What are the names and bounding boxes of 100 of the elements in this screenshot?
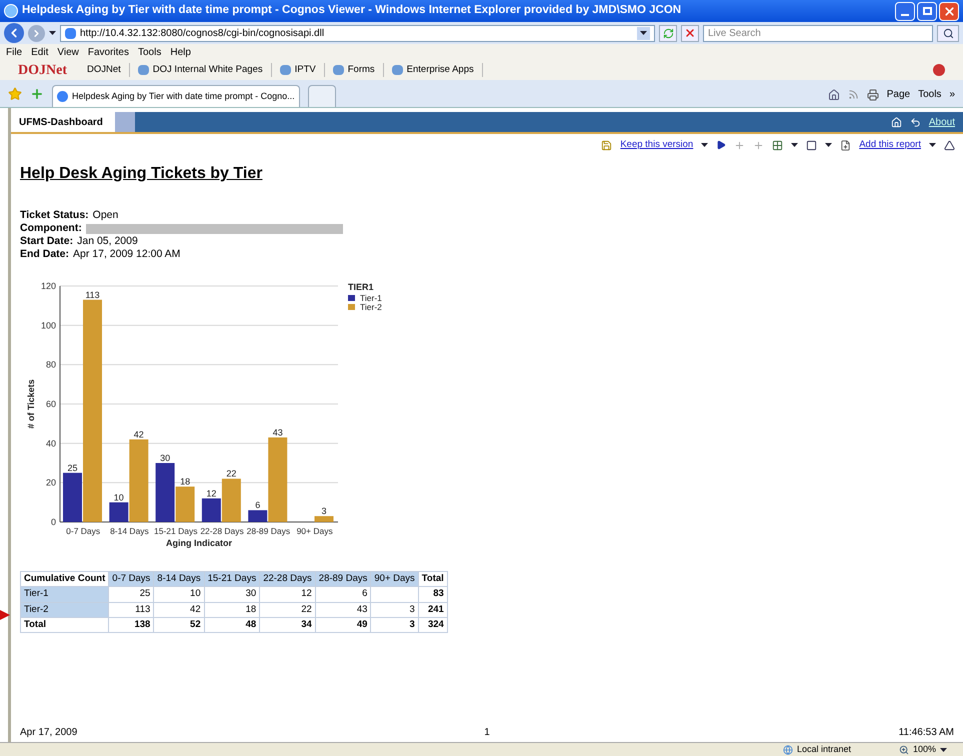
legend-label: Tier-2 <box>360 302 382 312</box>
row-header: Tier-1 <box>20 586 109 602</box>
globe-icon <box>782 744 793 754</box>
data-label: 6 <box>255 500 260 510</box>
format-icon[interactable] <box>772 140 784 150</box>
address-field[interactable]: http://10.4.32.132:8080/cognos8/cgi-bin/cognosisapi.dll <box>60 24 655 42</box>
command-button[interactable]: » <box>949 87 955 102</box>
column-header: 8-14 Days <box>154 572 204 587</box>
favorites-link[interactable]: DOJNet <box>87 62 121 78</box>
parameter-value: Jan 05, 2009 <box>77 235 138 248</box>
table-cell: 42 <box>154 602 204 618</box>
table-cell: 49 <box>315 617 371 632</box>
dropdown-caret-icon <box>940 748 947 752</box>
stop-button[interactable] <box>681 24 699 42</box>
axis-tick-label: 60 <box>46 399 56 409</box>
table-cell: 34 <box>260 617 316 632</box>
row-header: Total <box>20 617 109 632</box>
legend-title: TIER1 <box>348 282 374 292</box>
table-cell: 18 <box>204 602 260 618</box>
dashboard-tab[interactable]: UFMS-Dashboard <box>11 112 115 132</box>
favorites-link[interactable]: Enterprise Apps <box>406 62 474 78</box>
link-icon <box>138 65 149 75</box>
command-button[interactable]: Tools <box>918 87 942 102</box>
window-icon[interactable] <box>806 140 818 150</box>
menu-item[interactable]: View <box>57 44 79 60</box>
link-icon <box>280 65 291 75</box>
back-button[interactable] <box>4 23 24 43</box>
menu-item[interactable]: Help <box>170 44 191 60</box>
toolbar-link[interactable]: Keep this version <box>620 138 694 152</box>
security-zone: Local intranet <box>796 742 852 756</box>
column-header: 15-21 Days <box>204 572 260 587</box>
dropdown-caret-icon <box>929 143 936 147</box>
column-header: Cumulative Count <box>20 572 109 587</box>
column-header: Total <box>418 572 448 587</box>
home-icon[interactable] <box>828 88 840 100</box>
tab-spacer <box>115 112 135 132</box>
close-button[interactable] <box>939 2 959 20</box>
data-label: 113 <box>85 290 100 300</box>
browser-tab[interactable]: Helpdesk Aging by Tier with date time prompt - Cogno... <box>52 85 300 107</box>
axis-tick-label: 8-14 Days <box>110 526 149 536</box>
feeds-icon[interactable] <box>848 89 859 100</box>
axis-tick-label: 80 <box>46 360 56 370</box>
column-header: 0-7 Days <box>108 572 154 587</box>
close-icon <box>942 4 956 18</box>
menu-item[interactable]: Favorites <box>88 44 129 60</box>
table-cell: 241 <box>418 602 448 618</box>
link-icon <box>392 65 403 75</box>
toolbar-link[interactable]: Add this report <box>859 138 921 152</box>
data-label: 10 <box>114 492 124 502</box>
dropdown-caret-icon <box>825 143 832 147</box>
menu-item[interactable]: File <box>6 44 22 60</box>
zoom-icon <box>898 744 909 754</box>
dropdown-button[interactable] <box>637 26 650 40</box>
table-cell: 324 <box>418 617 448 632</box>
refresh-button[interactable] <box>659 24 677 42</box>
page-icon <box>65 28 76 38</box>
menu-item[interactable]: Edit <box>31 44 48 60</box>
table-cell: 83 <box>418 586 448 602</box>
favorites-star-icon[interactable] <box>8 87 22 101</box>
axis-title: Aging Indicator <box>166 538 232 548</box>
axis-tick-label: 22-28 Days <box>200 526 244 536</box>
row-header: Tier-2 <box>20 602 109 618</box>
link-icon <box>332 65 344 75</box>
add-report-icon <box>840 140 852 150</box>
data-label: 3 <box>322 506 326 516</box>
return-icon[interactable] <box>910 116 921 128</box>
search-field[interactable]: Live Search <box>703 24 933 42</box>
parameter-label: End Date: <box>20 248 70 261</box>
data-label: 42 <box>134 429 144 440</box>
column-header: 22-28 Days <box>260 572 316 587</box>
refresh-icon <box>662 28 674 38</box>
run-icon[interactable] <box>716 140 726 150</box>
ruler-icon[interactable] <box>944 140 955 150</box>
add-on-icon[interactable] <box>933 64 945 76</box>
maximize-button[interactable] <box>917 2 937 20</box>
axis-tick-label: 28-89 Days <box>246 526 290 536</box>
command-button[interactable]: Page <box>886 87 910 102</box>
search-button[interactable] <box>937 24 959 42</box>
table-cell: 48 <box>204 617 260 632</box>
favorites-link[interactable]: Forms <box>348 62 375 78</box>
window-title: Helpdesk Aging by Tier with date time prompt - Cognos Viewer - Windows Internet Explorer provided by JMD\SMO JCON <box>22 3 682 18</box>
table-cell: 3 <box>370 602 418 618</box>
minimize-button[interactable] <box>895 2 915 20</box>
pointer-arrow-icon <box>0 610 10 620</box>
print-icon[interactable] <box>866 88 879 100</box>
parameter-label: Ticket Status: <box>20 209 89 222</box>
parameter-value: Open <box>92 209 118 222</box>
about-link[interactable]: About <box>928 114 955 130</box>
zoom-control[interactable]: 100% <box>898 742 947 756</box>
favorites-link[interactable]: IPTV <box>294 62 316 78</box>
dojnet-logo[interactable]: DOJNet <box>18 60 67 80</box>
column-header: 90+ Days <box>370 572 418 587</box>
menu-item[interactable]: Tools <box>138 44 162 60</box>
table-cell: 10 <box>154 586 204 602</box>
axis-tick-label: 0-7 Days <box>66 526 100 536</box>
report-title: Help Desk Aging Tickets by Tier <box>20 164 264 184</box>
page-number: 1 <box>483 726 491 740</box>
table-cell: 138 <box>108 617 154 632</box>
favorites-link[interactable]: DOJ Internal White Pages <box>152 62 263 78</box>
table-cell <box>370 586 418 602</box>
